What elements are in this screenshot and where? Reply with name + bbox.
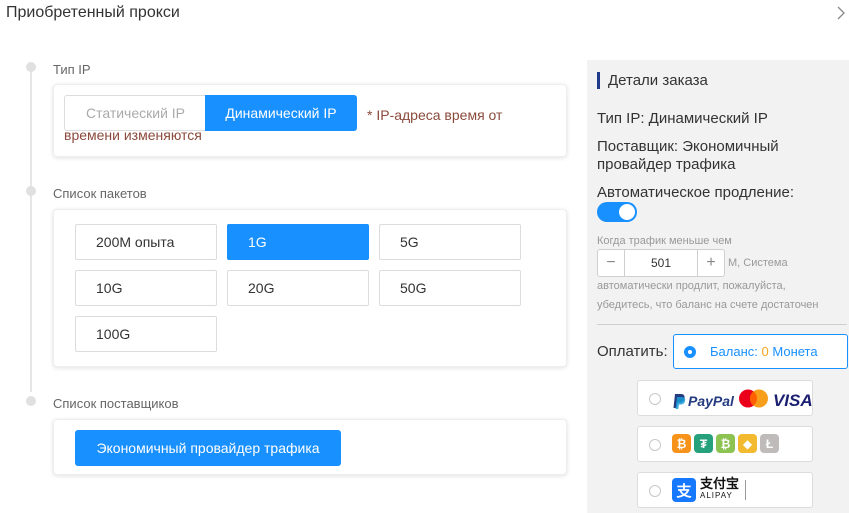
mastercard-icon — [738, 389, 769, 413]
threshold-note-2: убедитесь, что баланс на счете достаточе… — [597, 299, 819, 311]
toggle-knob — [619, 204, 635, 220]
increment-button[interactable]: + — [697, 250, 724, 276]
decrement-button[interactable]: − — [598, 250, 625, 276]
package-option[interactable]: 5G — [379, 224, 521, 260]
alipay-payment-option[interactable]: 支 支付宝 ALIPAY — [637, 472, 813, 508]
threshold-stepper: − + — [597, 249, 725, 277]
alipay-sub: ALIPAY — [700, 491, 733, 500]
visa-icon: VISA — [772, 391, 813, 410]
radio-icon — [649, 439, 661, 451]
bitcoin-cash-icon: ₿ — [716, 434, 735, 453]
auto-renew-label: Автоматическое продление: — [597, 184, 794, 201]
package-option[interactable]: 20G — [227, 270, 369, 306]
binance-icon: ◆ — [738, 434, 757, 453]
order-details-title: Детали заказа — [597, 72, 708, 89]
pay-label: Оплатить: — [597, 343, 668, 360]
auto-renew-toggle[interactable] — [597, 202, 637, 222]
balance-text: Баланс: 0 Монета — [710, 344, 818, 359]
balance-unit: Монета — [772, 344, 818, 359]
package-option[interactable]: 10G — [75, 270, 217, 306]
radio-checked-icon — [684, 345, 696, 358]
package-option[interactable]: 200M опыта — [75, 224, 217, 260]
paypal-wordmark: PayPal — [688, 393, 734, 409]
step-label-providers: Список поставщиков — [53, 396, 179, 411]
bitcoin-icon: ₿ — [672, 434, 691, 453]
timeline-dot — [26, 62, 36, 72]
providers-card: Экономичный провайдер трафика — [53, 419, 567, 475]
alipay-brand: 支付宝 — [700, 476, 740, 491]
package-option-selected[interactable]: 1G — [227, 224, 369, 260]
package-option[interactable]: 100G — [75, 316, 217, 352]
alipay-divider — [745, 480, 747, 500]
order-provider: Поставщик: Экономичный провайдер трафика — [597, 138, 779, 173]
alipay-logo: 支 支付宝 ALIPAY — [672, 476, 747, 502]
order-details-panel: Детали заказа Тип IP: Динамический IP По… — [587, 60, 849, 513]
crypto-payment-option[interactable]: ₿ ₮ ₿ ◆ Ł — [637, 426, 813, 462]
page-title: Приобретенный прокси — [6, 4, 180, 21]
packages-card: 200M опыта 1G 5G 10G 20G 50G 100G — [53, 209, 567, 367]
radio-icon — [649, 485, 661, 497]
balance-payment-option[interactable]: Баланс: 0 Монета — [673, 334, 848, 369]
timeline-dot — [26, 186, 36, 196]
payment-logos: PayPal VISA — [672, 389, 813, 413]
radio-icon — [649, 393, 661, 405]
threshold-prefix: Когда трафик меньше чем — [597, 235, 732, 247]
package-option[interactable]: 50G — [379, 270, 521, 306]
alipay-wordmark: 支付宝 ALIPAY — [700, 476, 740, 502]
dynamic-ip-option[interactable]: Динамический IP — [205, 95, 357, 131]
threshold-suffix: M, Система — [728, 257, 788, 269]
step-label-packages: Список пакетов — [53, 186, 147, 201]
paypal-payment-option[interactable]: PayPal VISA — [637, 380, 813, 416]
balance-prefix: Баланс: — [710, 344, 758, 359]
timeline-line — [30, 70, 32, 392]
paypal-icon: PayPal — [672, 393, 734, 410]
balance-amount: 0 — [761, 344, 769, 359]
step-label-ip-type: Тип IP — [53, 62, 91, 77]
ip-type-card: * IP-адреса время от времени изменяются … — [53, 84, 567, 157]
crypto-logos: ₿ ₮ ₿ ◆ Ł — [672, 434, 782, 453]
order-ip-type: Тип IP: Динамический IP — [597, 110, 768, 127]
timeline-dot — [26, 396, 36, 406]
alipay-icon: 支 — [672, 478, 696, 502]
chevron-right-icon[interactable] — [836, 6, 846, 20]
divider — [597, 324, 847, 325]
static-ip-option[interactable]: Статический IP — [64, 95, 206, 131]
threshold-note-1: автоматически продлит, пожалуйста, — [597, 280, 786, 292]
provider-economy-button[interactable]: Экономичный провайдер трафика — [75, 430, 341, 466]
threshold-input[interactable] — [625, 250, 697, 276]
tether-icon: ₮ — [694, 434, 713, 453]
litecoin-icon: Ł — [760, 434, 779, 453]
